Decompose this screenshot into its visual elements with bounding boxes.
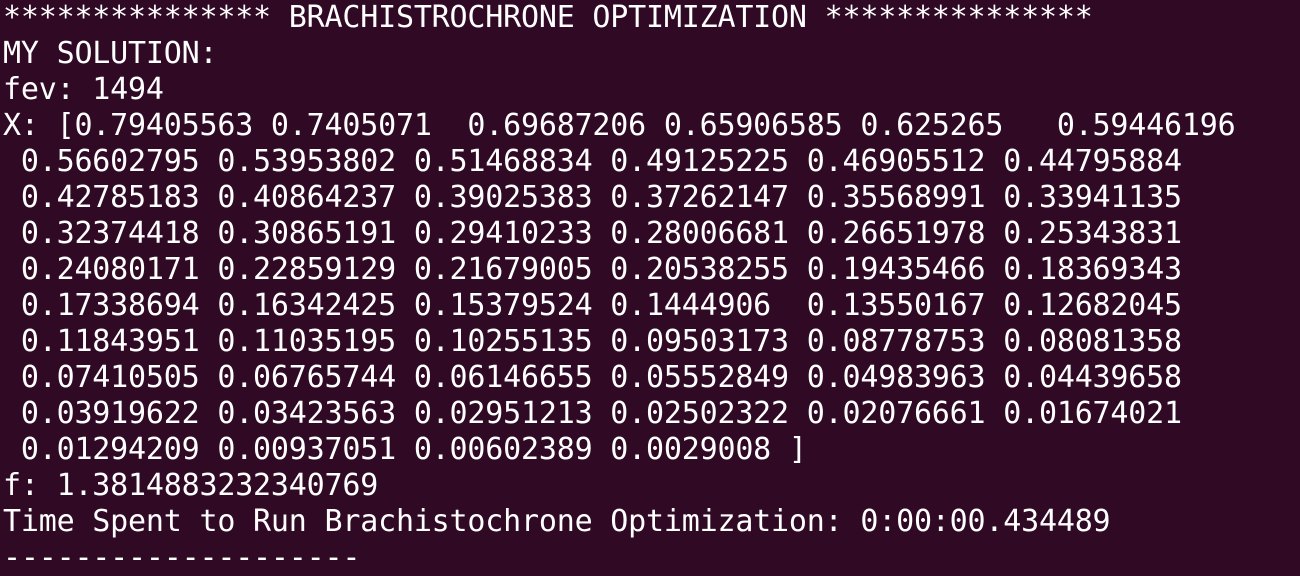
x-array-line: 0.42785183 0.40864237 0.39025383 0.37262… — [3, 180, 1182, 215]
x-array-line: 0.17338694 0.16342425 0.15379524 0.14449… — [3, 288, 1182, 323]
x-array-line: 0.01294209 0.00937051 0.00602389 0.00290… — [3, 432, 807, 467]
solution-header: MY SOLUTION: — [3, 36, 218, 71]
x-array-line: 0.32374418 0.30865191 0.29410233 0.28006… — [3, 216, 1182, 251]
banner-line: *************** BRACHISTROCHRONE OPTIMIZ… — [3, 0, 1093, 35]
x-array-line: 0.07410505 0.06765744 0.06146655 0.05552… — [3, 360, 1182, 395]
terminal-window[interactable]: *************** BRACHISTROCHRONE OPTIMIZ… — [0, 0, 1300, 576]
x-array-line: 0.11843951 0.11035195 0.10255135 0.09503… — [3, 324, 1182, 359]
f-value-line: f: 1.3814883232340769 — [3, 468, 379, 503]
x-array-line: 0.56602795 0.53953802 0.51468834 0.49125… — [3, 144, 1182, 179]
x-array-line: 0.03919622 0.03423563 0.02951213 0.02502… — [3, 396, 1182, 431]
x-array-line: 0.24080171 0.22859129 0.21679005 0.20538… — [3, 252, 1182, 287]
separator-line: -------------------- — [3, 540, 361, 575]
time-spent-line: Time Spent to Run Brachistochrone Optimi… — [3, 504, 1111, 539]
fev-line: fev: 1494 — [3, 72, 164, 107]
x-array-line: X: [0.79405563 0.7405071 0.69687206 0.65… — [3, 108, 1236, 143]
